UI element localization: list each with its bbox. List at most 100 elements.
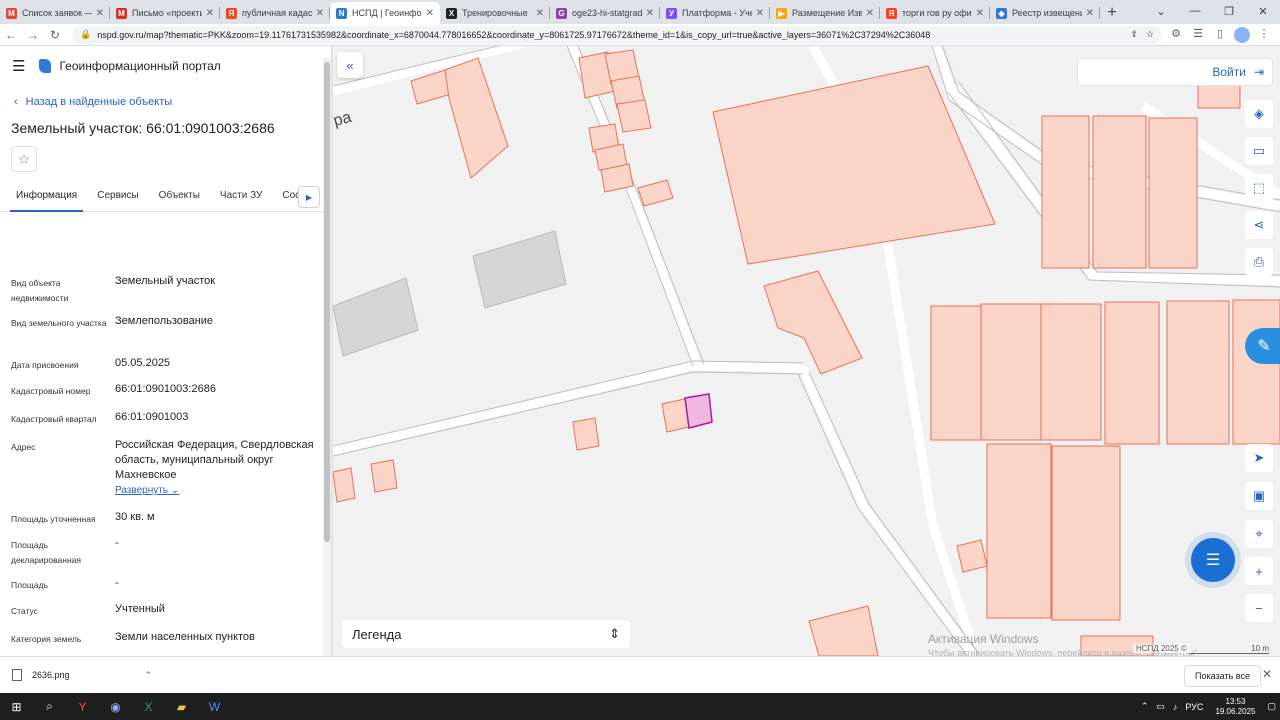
back-arrow-icon[interactable]: ← <box>0 28 22 42</box>
chrome-icon[interactable]: ◉ <box>99 693 132 720</box>
hamburger-menu-icon[interactable]: ☰ <box>12 57 25 75</box>
close-tab-icon[interactable]: ✕ <box>646 8 654 19</box>
file-explorer-icon[interactable]: ▰ <box>165 693 198 720</box>
browser-tab[interactable]: ▶ Размещение Изве ✕ <box>770 2 880 24</box>
close-tab-icon[interactable]: ✕ <box>1086 8 1094 19</box>
tab-favicon: G <box>556 7 567 19</box>
search-location-icon[interactable]: ⌖ <box>1245 520 1273 548</box>
close-tab-icon[interactable]: ✕ <box>536 8 544 19</box>
attribute-value: 30 кв. м <box>115 510 315 525</box>
browser-tab[interactable]: M Список заявок — ✕ <box>0 2 110 24</box>
browser-tab[interactable]: M Письмо «проекты ✕ <box>110 2 220 24</box>
zoom-in-button[interactable]: + <box>1245 557 1273 585</box>
share-icon[interactable]: ⋖ <box>1245 211 1273 239</box>
share-icon[interactable]: ⇪ <box>1130 29 1138 40</box>
browser-tab[interactable]: ◆ Реестр извещени ✕ <box>990 2 1100 24</box>
profile-avatar[interactable] <box>1234 26 1250 43</box>
layers-icon[interactable]: ◈ <box>1245 100 1273 128</box>
show-all-downloads-button[interactable]: Показать все <box>1184 665 1261 687</box>
language-indicator[interactable]: РУС <box>1185 702 1203 712</box>
new-tab-button[interactable]: + <box>1100 2 1124 24</box>
attribute-value-text: Учтенный <box>115 603 165 615</box>
tab-title: Размещение Изве <box>792 8 862 18</box>
favorite-star-button[interactable]: ☆ <box>11 146 37 172</box>
reading-list-icon[interactable]: ☰ <box>1190 27 1206 43</box>
attribute-value: Российская Федерация, Свердловская облас… <box>115 438 315 498</box>
windows-taskbar: ⊞ ⌕ Y ◉ X ▰ W ⌃ ▭ ♪ РУС 13:53 19.06.2025… <box>0 693 1280 720</box>
tray-arrow-icon[interactable]: ⌃ <box>1141 701 1149 712</box>
network-icon[interactable]: ▭ <box>1156 701 1165 712</box>
sidepanel-icon[interactable]: ▯ <box>1212 27 1228 43</box>
puzzle-icon[interactable]: ⚙ <box>1168 27 1184 43</box>
word-icon[interactable]: W <box>198 693 231 720</box>
object-info-panel: ☰ Геоинформационный портал ‹ Назад в найд… <box>0 46 332 656</box>
back-to-results-link[interactable]: ‹ Назад в найденные объекты <box>14 96 331 108</box>
geolocation-icon[interactable]: ➤ <box>1245 444 1273 472</box>
close-tab-icon[interactable]: ✕ <box>756 8 764 19</box>
portal-logo <box>39 59 52 73</box>
close-tab-icon[interactable]: ✕ <box>96 8 104 19</box>
tab-favicon: ◆ <box>996 7 1007 19</box>
excel-icon[interactable]: X <box>132 693 165 720</box>
download-item[interactable]: 2636.png ⌃ <box>12 669 152 681</box>
restore-button[interactable]: ❐ <box>1212 0 1246 22</box>
clock[interactable]: 13:53 19.06.2025 <box>1215 697 1255 717</box>
search-icon[interactable]: ⌕ <box>33 693 66 720</box>
minimap-icon[interactable]: ▣ <box>1245 482 1273 510</box>
legend-toggle[interactable]: Легенда ⇕ <box>342 620 630 648</box>
close-tab-icon[interactable]: ✕ <box>866 8 874 19</box>
browser-tab[interactable]: X Тренировочные ✕ <box>440 2 550 24</box>
chevron-left-icon: ‹ <box>14 96 18 108</box>
notification-icon[interactable]: ▢ <box>1267 701 1276 712</box>
forward-arrow-icon[interactable]: → <box>22 28 44 42</box>
area-select-icon[interactable]: ⬚ <box>1245 174 1273 202</box>
file-icon <box>12 669 22 681</box>
ruler-icon[interactable]: ▭ <box>1245 137 1273 165</box>
chevron-up-icon[interactable]: ⌃ <box>144 670 152 681</box>
panel-header: ☰ Геоинформационный портал <box>0 46 331 86</box>
scale-bar: 10 m <box>1189 644 1269 654</box>
collapse-panel-button[interactable]: « <box>337 52 363 78</box>
download-bar: 2636.png ⌃ Показать все ✕ <box>0 656 1280 693</box>
close-tab-icon[interactable]: ✕ <box>316 8 324 19</box>
menu-dots-icon[interactable]: ⋮ <box>1256 27 1272 43</box>
panel-scrollbar[interactable] <box>323 58 331 656</box>
browser-tab[interactable]: Goge23-hi-statgrad ✕ <box>550 2 660 24</box>
tab-favicon: ▶ <box>776 7 787 19</box>
reload-icon[interactable]: ↻ <box>44 28 66 42</box>
tab-title: Платформа - Учеб <box>682 8 752 18</box>
tabs-scroll-right-icon[interactable]: ▶ <box>298 186 320 208</box>
close-window-button[interactable]: ✕ <box>1246 0 1280 22</box>
zoom-out-button[interactable]: − <box>1245 594 1273 622</box>
browser-tab[interactable]: Яторги гов ру офи ✕ <box>880 2 990 24</box>
close-download-bar-icon[interactable]: ✕ <box>1262 667 1272 681</box>
close-tab-icon[interactable]: ✕ <box>206 8 214 19</box>
minimize-button[interactable]: — <box>1178 0 1212 22</box>
url-field[interactable]: 🔒 nspd.gov.ru/map?thematic=PKK&zoom=19.1… <box>72 25 1162 44</box>
print-icon[interactable]: ⎙ <box>1245 248 1273 276</box>
chat-button[interactable]: ☰ <box>1191 538 1235 582</box>
tab-objects[interactable]: Объекты <box>153 186 206 212</box>
windows-start-icon[interactable]: ⊞ <box>0 693 33 720</box>
expand-address-link[interactable]: Развернуть ⌄ <box>115 483 315 498</box>
support-chat-icon[interactable]: ✎ <box>1245 328 1280 364</box>
object-title: Земельный участок: 66:01:0901003:2686 <box>11 120 275 136</box>
browser-tab[interactable]: Япубличная кадаст ✕ <box>220 2 330 24</box>
volume-icon[interactable]: ♪ <box>1173 702 1178 712</box>
yandex-browser-icon[interactable]: Y <box>66 693 99 720</box>
close-tab-icon[interactable]: ✕ <box>426 8 434 19</box>
tab-services[interactable]: Сервисы <box>91 186 144 212</box>
browser-tab[interactable]: У Платформа - Учеб ✕ <box>660 2 770 24</box>
tab-title: oge23-hi-statgrad <box>572 8 642 18</box>
tab-information[interactable]: Информация <box>10 186 84 212</box>
login-button[interactable]: Войти ⇥ <box>1077 58 1273 86</box>
attribute-value-text: 66:01:0901003 <box>115 411 189 423</box>
attribute-label: Площадь уточненная <box>11 514 96 524</box>
attribute-label: Кадастровый квартал <box>11 414 97 424</box>
tab-search-icon[interactable]: ⌄ <box>1144 0 1178 22</box>
browser-tab[interactable]: N НСПД | Геоинфор ✕ <box>330 2 440 24</box>
bookmark-star-icon[interactable]: ☆ <box>1146 29 1154 40</box>
map-canvas[interactable]: ра « Войти ⇥ ◈ ▭ ⬚ ⋖ ⎙ ✎ ➤ ▣ ⌖ ☰ + − Лег… <box>333 46 1280 656</box>
tab-parts[interactable]: Части ЗУ <box>214 186 268 212</box>
close-tab-icon[interactable]: ✕ <box>976 8 984 19</box>
